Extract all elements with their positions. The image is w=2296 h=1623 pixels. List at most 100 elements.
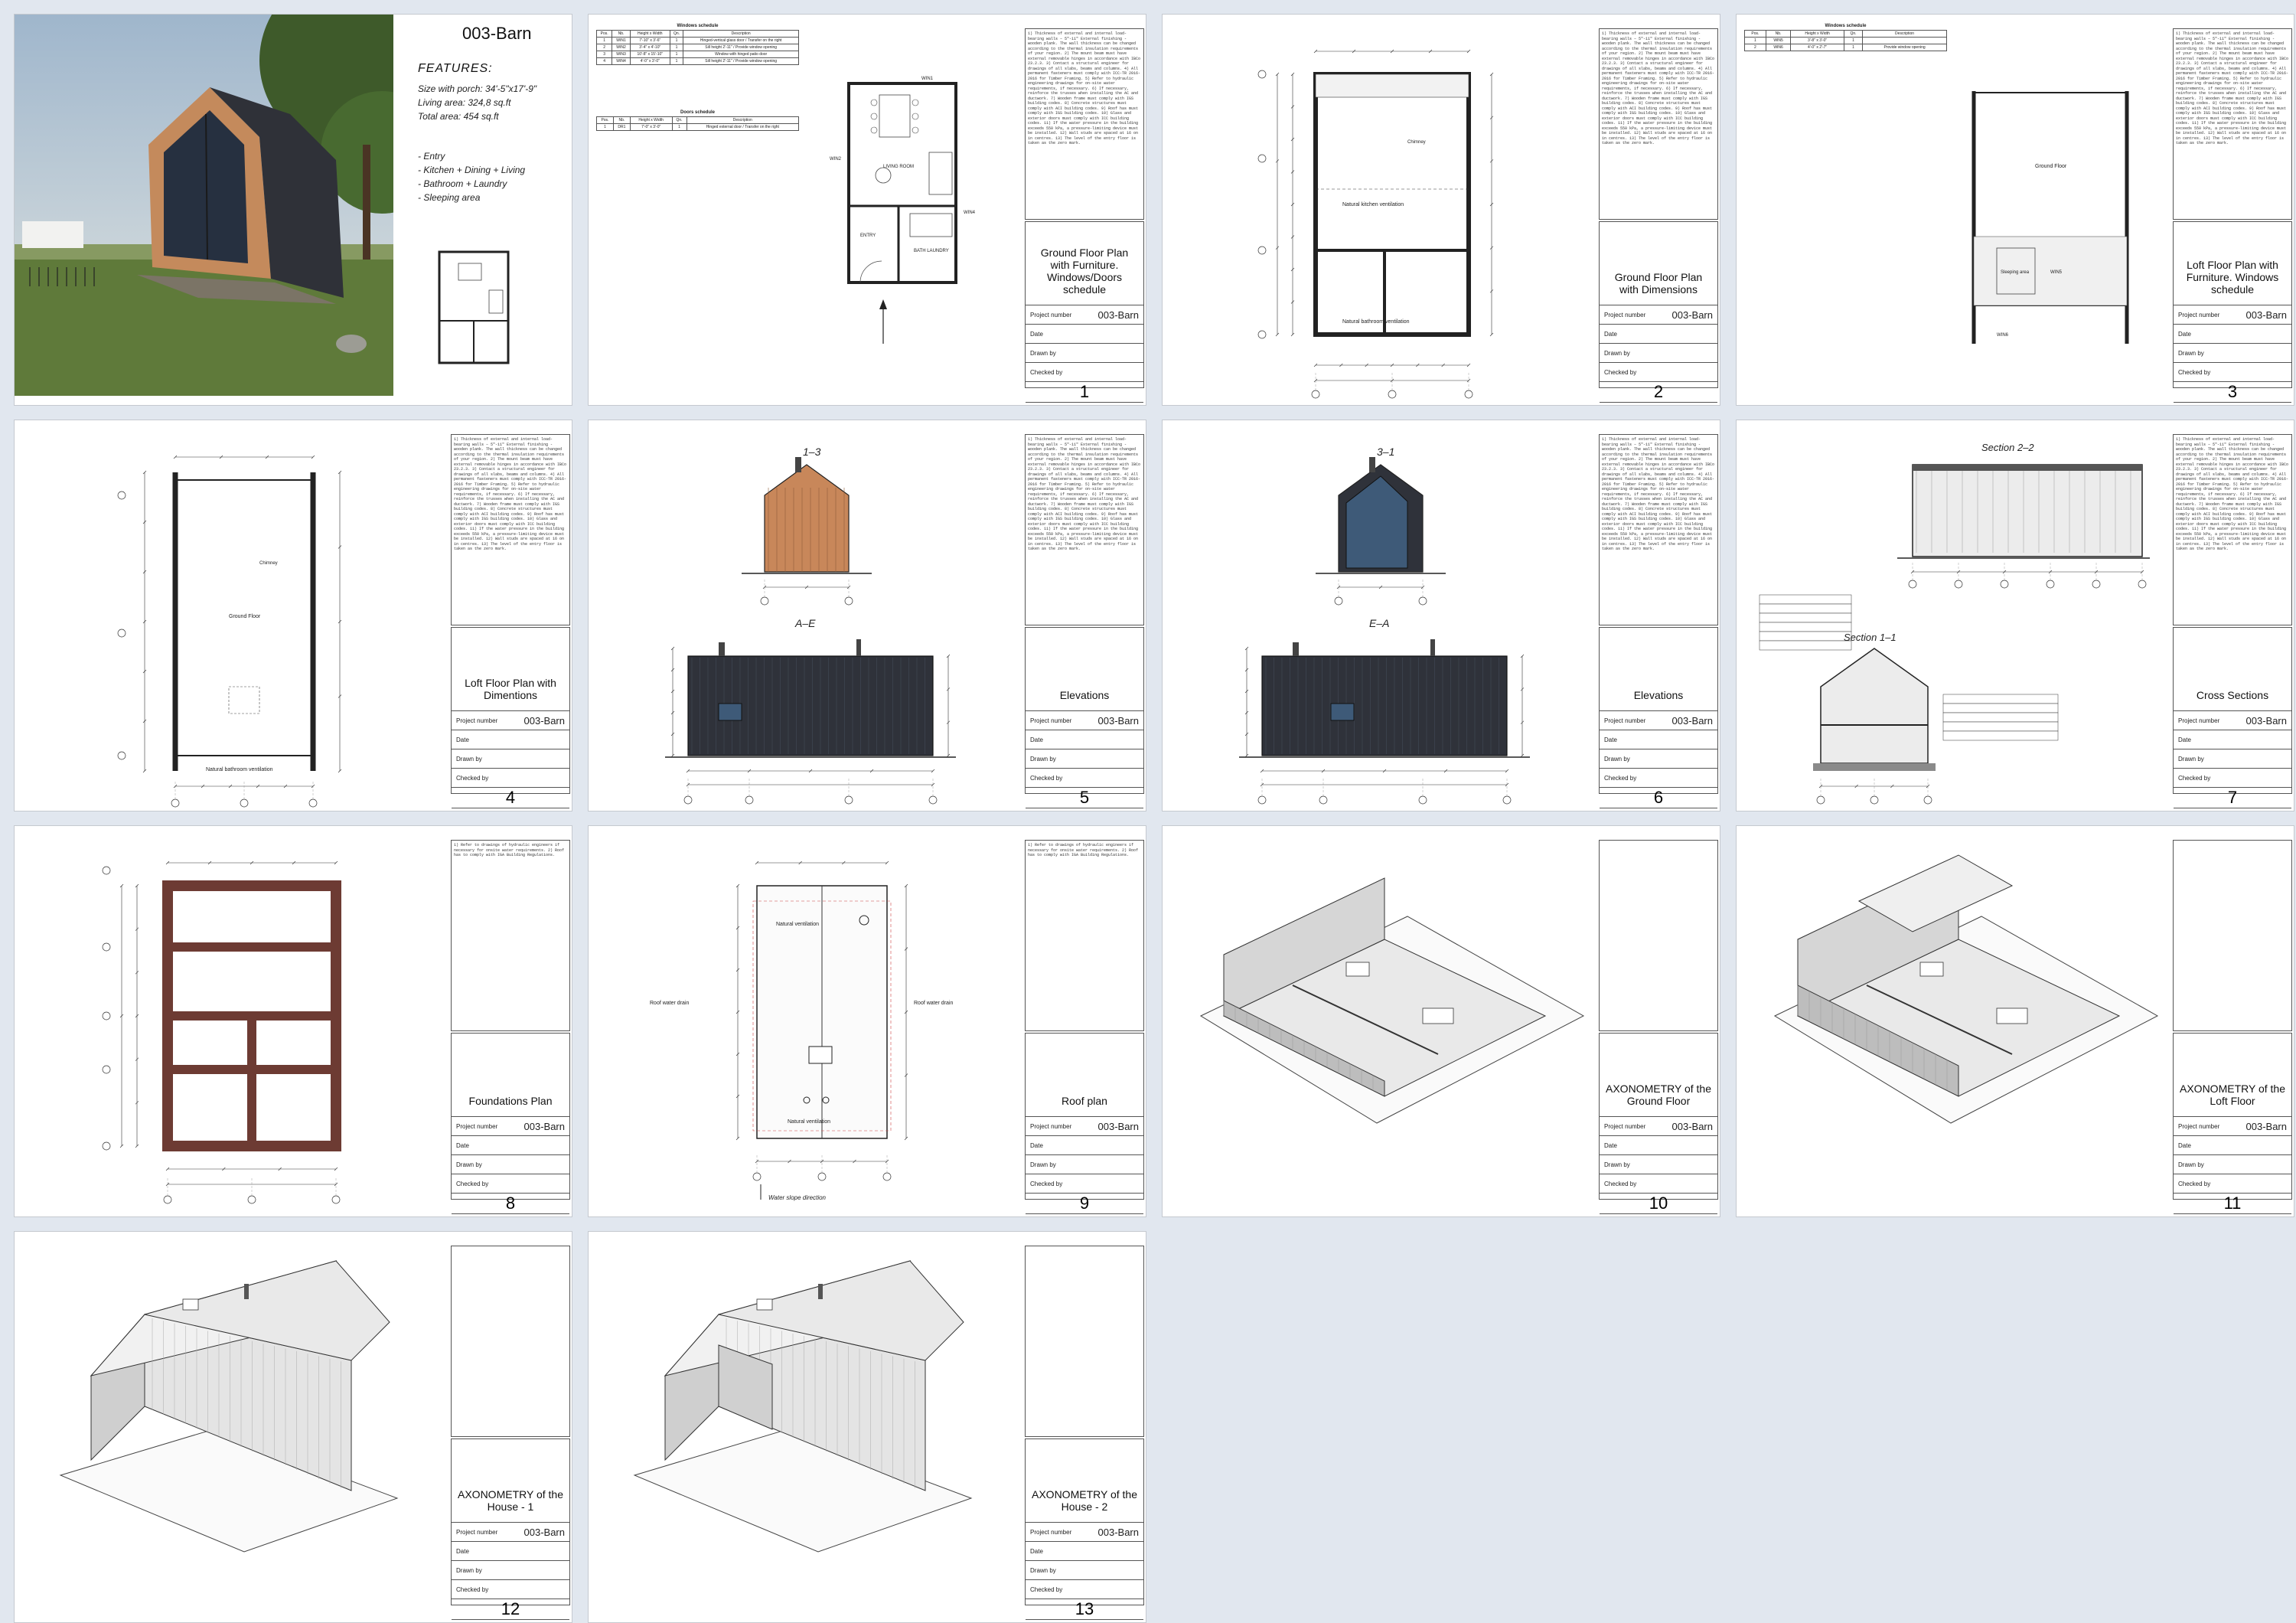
mini-plan-table [458, 263, 482, 281]
drawn-by-row: Drawn by [1600, 1155, 1717, 1174]
sheet-title: Elevations [1600, 628, 1717, 711]
section-1-1 [1820, 648, 1929, 764]
date-row: Date [2174, 1136, 2291, 1155]
chair [912, 126, 919, 134]
section-label: Section 2–2 [1981, 442, 2034, 453]
general-notes: 1) Thickness of external and internal lo… [1599, 28, 1718, 220]
drawing-area: 3–1 E–A [1178, 434, 1591, 809]
grid-bubble [102, 1065, 111, 1074]
schedule-header-cell: Nb. [612, 30, 631, 38]
schedule-table: Windows schedule Pos. Nb. Height x Width Qn.… [595, 24, 799, 65]
schedule-row: 1 WIN1 7'-10" x 3'-6" 1 Hinged-vertical glas… [595, 37, 799, 44]
schedule-cell: 10'-8" x 15'-10" [629, 51, 670, 58]
drawing-label: Ground Floor [229, 614, 261, 619]
date-row: Date [1600, 325, 1717, 344]
schedule-cell: 1 [669, 44, 684, 51]
sheet-number: 5 [1026, 788, 1143, 808]
date-row: Date [1026, 1542, 1143, 1561]
general-notes [451, 1246, 570, 1437]
schedule-cell: 1 [1744, 37, 1766, 44]
schedule-row: 2 WIN2 3'-4" x 4'-10" 1 Sill height 2'-11" /… [595, 44, 799, 51]
schedule-cell: 3 [595, 51, 613, 58]
drawing-label: Chimney [259, 561, 278, 566]
drawing-label: Natural ventilation [776, 922, 819, 927]
checked-by-row: Checked by [452, 1174, 569, 1194]
drawing-label: Sleeping area [2001, 270, 2030, 275]
checked-by-label: Checked by [2178, 368, 2211, 376]
foundation-plan [102, 860, 341, 1204]
grid-bubble [1502, 795, 1512, 805]
project-number-row: Project number 003-Barn [452, 1523, 569, 1542]
layer-callout [1942, 703, 2059, 714]
schedule-cell: 4'-0" x 3'-0" [629, 57, 670, 65]
grid-bubble [102, 1141, 111, 1151]
project-number-row: Project number 003-Barn [1026, 1117, 1143, 1136]
drawing-label: WIN6 [1997, 333, 2009, 338]
checked-by-row: Checked by [2174, 363, 2291, 382]
drawn-by-label: Drawn by [456, 1566, 482, 1574]
schedule-header-cell: Pos. [596, 116, 614, 124]
elevation-label: 1–3 [803, 446, 821, 458]
drawing-sheet: Section 2–2 Section 1–1 1) Thickness of ex… [1736, 420, 2294, 812]
project-number-value: 003-Barn [523, 1120, 565, 1132]
scale-row: Scale1/4" = 1'-0" [452, 808, 569, 811]
loft-furniture-plan: Ground Floor Sleeping area WIN5 WIN6 [1971, 91, 2129, 344]
schedule-header-cell: Height x Width [629, 116, 673, 124]
coffee-table [875, 167, 892, 184]
schedule-cell: 1 [1843, 37, 1864, 44]
date-label: Date [1030, 736, 1043, 743]
drawing-label: Natural ventilation [788, 1119, 830, 1125]
dining-table [879, 94, 911, 138]
ground-floor-furniture-plan: LIVING ROOM BATH LAUNDRY ENTRY WIN1 WIN2 WIN4 [830, 77, 976, 344]
layer-callout [1942, 694, 2059, 704]
schedule-cell: WIN6 [1765, 44, 1792, 51]
sheet-number: 1 [1026, 382, 1143, 403]
sheet-number: 7 [2174, 788, 2291, 808]
schedule-cell: WIN5 [1765, 37, 1792, 44]
drawing-sheet: Natural ventilation Natural ventilation Ro… [588, 825, 1146, 1217]
project-number-value: 003-Barn [2245, 714, 2287, 727]
schedule-cell: 3'-8" x 3'-0" [1790, 37, 1844, 44]
notes-text: 1) Refer to drawings of hydraulic engine… [1028, 843, 1139, 857]
grid-bubble [1954, 580, 1963, 589]
elevation-label: 3–1 [1377, 446, 1394, 458]
schedule-title: Windows schedule [1825, 24, 1867, 28]
date-label: Date [1030, 1547, 1043, 1555]
schedule-header-cell: Description [686, 116, 800, 124]
window [718, 703, 742, 721]
checked-by-label: Checked by [456, 774, 489, 782]
drawing-label: Natural bathroom ventilation [1342, 319, 1410, 325]
scale-row: Scale3/16" = 1'-0" [1600, 808, 1717, 811]
chair [912, 113, 919, 120]
schedule-cell: 4 [595, 57, 613, 65]
checked-by-row: Checked by [1600, 363, 1717, 382]
layer-callout [1759, 622, 1852, 632]
checked-by-row: Checked by [1600, 769, 1717, 788]
date-label: Date [456, 736, 469, 743]
chair [912, 99, 919, 106]
drawing-label: Chimney [1407, 140, 1426, 145]
schedule-cell: 2 [595, 44, 613, 51]
chimney-outline [228, 686, 260, 714]
drawn-by-row: Drawn by [2174, 1155, 2291, 1174]
checked-by-label: Checked by [1030, 1585, 1063, 1593]
date-label: Date [1030, 330, 1043, 338]
spec-total-area: Total area: 454 sq.ft [418, 111, 499, 122]
schedule-table: Doors schedule Pos. Nb. Height x Width Qn. De… [596, 110, 800, 131]
drawn-by-row: Drawn by [1026, 1155, 1143, 1174]
sheet-title: Ground Floor Plan with Furniture. Window… [1026, 222, 1143, 305]
checked-by-label: Checked by [2178, 774, 2211, 782]
grid-bubble [844, 795, 853, 805]
project-number-value: 003-Barn [523, 714, 565, 727]
sheet-title: Elevations [1026, 628, 1143, 711]
project-number-value: 003-Barn [1671, 1120, 1713, 1132]
date-row: Date [1600, 730, 1717, 749]
notes-text: 1) Refer to drawings of hydraulic engine… [454, 843, 565, 857]
date-row: Date [2174, 325, 2291, 344]
grid-bubble [308, 798, 318, 808]
schedule-cell: Sill height 2'-11" / Provide window open… [683, 44, 799, 51]
project-number-row: Project number 003-Barn [452, 711, 569, 730]
ground-floor-axonometry [1199, 877, 1585, 1124]
elevation-label: E–A [1369, 617, 1389, 629]
sheet-title: Ground Floor Plan with Dimensions [1600, 222, 1717, 305]
